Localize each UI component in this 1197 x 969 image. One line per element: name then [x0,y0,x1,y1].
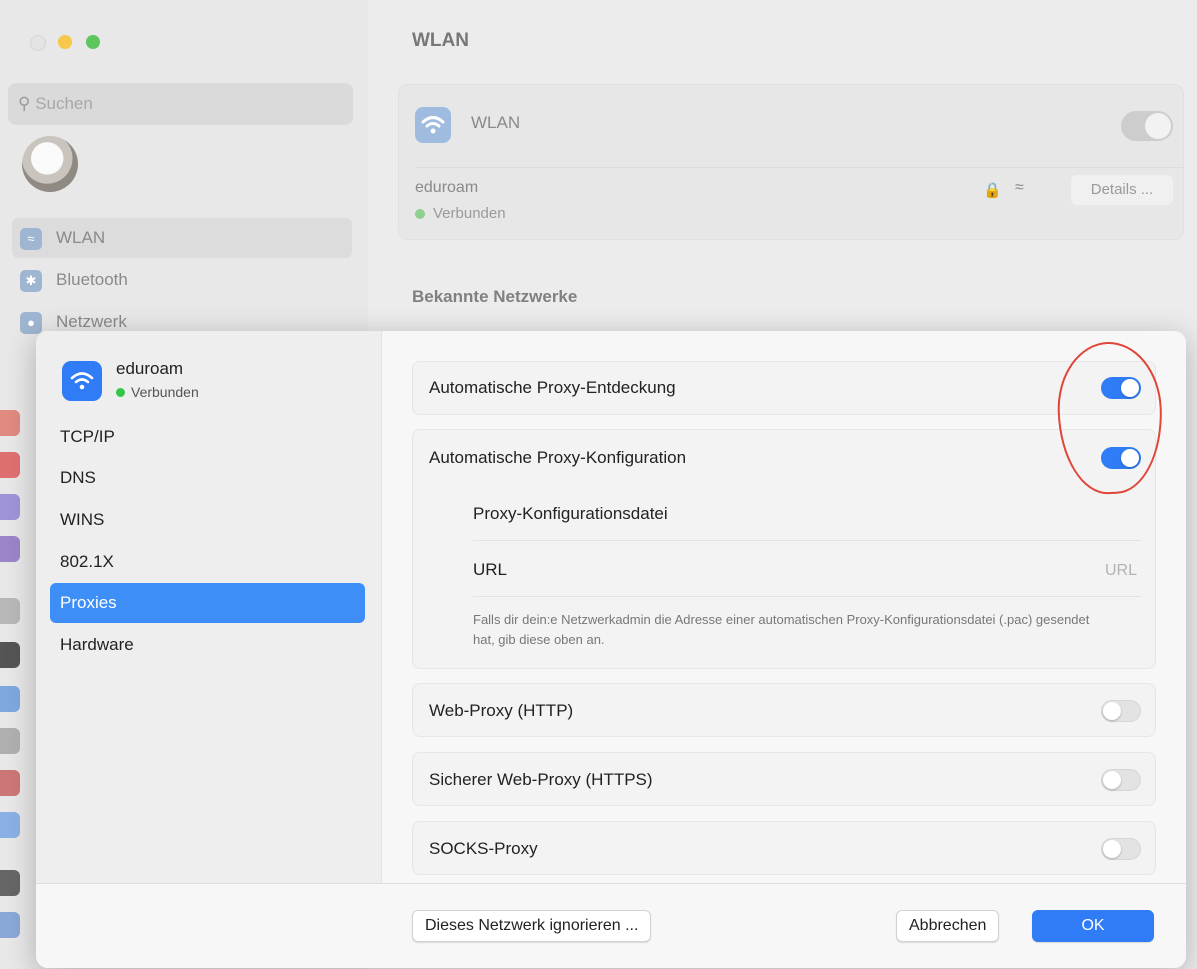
wlan-toggle[interactable] [1121,111,1173,141]
auto-config-label: Automatische Proxy-Konfiguration [429,448,687,467]
auto-discovery-row: Automatische Proxy-Entdeckung [412,361,1156,415]
app-icon [0,728,20,754]
app-icon [0,812,20,838]
wifi-icon: ≈ [20,228,42,250]
sidebar-search[interactable]: ⚲ Suchen [8,83,353,125]
sidebar-item-label: WLAN [56,228,106,247]
socks-proxy-toggle[interactable] [1101,838,1141,860]
wifi-icon [415,107,451,143]
tab-tcpip[interactable]: TCP/IP [50,417,365,457]
app-icon [0,642,20,668]
web-proxy-http-label: Web-Proxy (HTTP) [429,701,574,720]
auto-config-group: Automatische Proxy-Konfiguration Proxy-K… [412,429,1156,669]
web-proxy-https-label: Sicherer Web-Proxy (HTTPS) [429,770,653,789]
known-networks-heading: Bekannte Netzwerke [412,287,578,306]
wlan-card-label: WLAN [471,113,521,132]
sidebar-item-wlan[interactable]: ≈ WLAN [12,218,352,258]
sheet-network-status: Verbunden [116,384,199,400]
wifi-icon [62,361,102,401]
tab-hardware[interactable]: Hardware [50,625,365,665]
socks-proxy-row: SOCKS-Proxy [412,821,1156,875]
wlan-card: WLAN eduroam Verbunden 🔒 ≈ Details ... [398,84,1184,240]
network-settings-sheet: eduroam Verbunden TCP/IP DNS WINS 802.1X… [36,331,1186,968]
app-icon [0,686,20,712]
web-proxy-https-toggle[interactable] [1101,769,1141,791]
lock-icon: 🔒 [983,182,1002,199]
sidebar-item-bluetooth[interactable]: ✱ Bluetooth [12,260,352,300]
network-status: Verbunden [415,205,506,222]
search-placeholder: Suchen [35,94,93,113]
sheet-sidebar: eduroam Verbunden TCP/IP DNS WINS 802.1X… [36,331,382,968]
app-icon [0,494,20,520]
page-title: WLAN [412,30,469,51]
divider [473,540,1141,541]
avatar[interactable] [22,136,78,192]
connected-dot [116,387,125,397]
tab-proxies[interactable]: Proxies [50,583,365,623]
tab-wins[interactable]: WINS [50,500,365,540]
ignore-network-button[interactable]: Dieses Netzwerk ignorieren ... [412,910,652,942]
web-proxy-http-row: Web-Proxy (HTTP) [412,683,1156,737]
sheet-network-name: eduroam [116,359,184,378]
url-label: URL [473,560,508,579]
app-icon [0,536,20,562]
divider [473,596,1141,597]
window-close-dot[interactable] [30,35,46,51]
proxy-config-file-label: Proxy-Konfigurationsdatei [473,504,668,523]
cancel-button[interactable]: Abbrechen [896,910,1000,942]
tab-dns[interactable]: DNS [50,458,365,498]
pac-hint-text: Falls dir dein:e Netzwerkadmin die Adres… [473,612,1090,647]
web-proxy-http-toggle[interactable] [1101,700,1141,722]
sheet-footer: Dieses Netzwerk ignorieren ... Abbrechen… [36,883,1186,968]
wifi-signal-icon: ≈ [1015,179,1024,196]
sidebar-item-label: Bluetooth [56,270,128,289]
tab-8021x[interactable]: 802.1X [50,542,365,582]
app-icon [0,452,20,478]
socks-proxy-label: SOCKS-Proxy [429,839,538,858]
web-proxy-https-row: Sicherer Web-Proxy (HTTPS) [412,752,1156,806]
bluetooth-icon: ✱ [20,270,42,292]
window-minimize-dot[interactable] [58,35,72,49]
search-icon: ⚲ [18,94,31,113]
auto-discovery-label: Automatische Proxy-Entdeckung [429,378,676,397]
app-icon [0,598,20,624]
app-icon [0,410,20,436]
window-zoom-dot[interactable] [86,35,100,49]
sidebar-item-label: Netzwerk [56,312,127,331]
app-icon [0,770,20,796]
app-icon [0,870,20,896]
network-name: eduroam [415,179,479,196]
ok-button[interactable]: OK [1032,910,1154,942]
divider [415,167,1183,168]
app-icon [0,912,20,938]
details-button[interactable]: Details ... [1071,175,1173,205]
url-input[interactable] [835,556,1139,586]
